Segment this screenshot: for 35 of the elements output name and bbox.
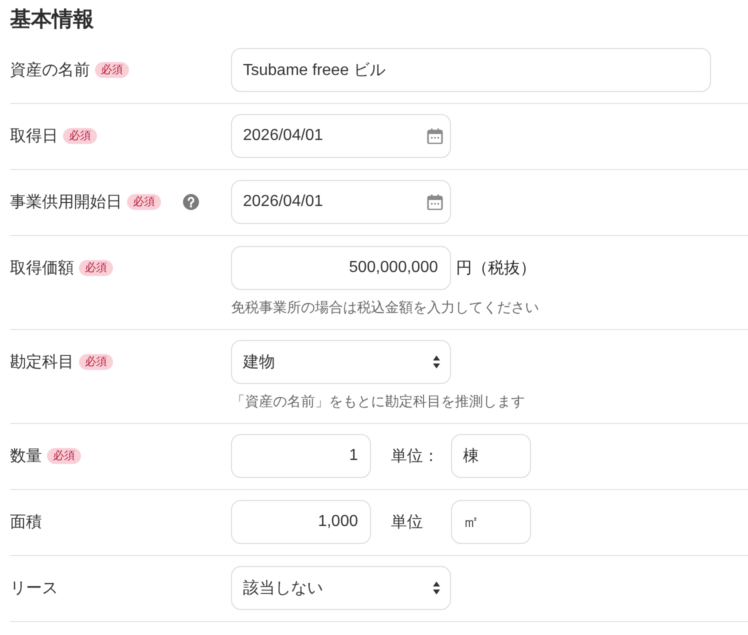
required-badge: 必須 — [47, 448, 81, 464]
field-label: 勘定科目 — [10, 352, 74, 372]
field-label: 資産の名前 — [10, 60, 90, 80]
amount-input[interactable]: 500,000,000 — [231, 246, 451, 290]
text-input[interactable]: Tsubame freee ビル — [231, 48, 711, 92]
required-badge: 必須 — [63, 128, 97, 144]
field-label: 取得価額 — [10, 258, 74, 278]
unit-label: 単位 — [391, 512, 424, 532]
required-badge: 必須 — [79, 260, 113, 276]
field-label: 面積 — [10, 512, 42, 532]
help-text: 免税事業所の場合は税込金額を入力してください — [231, 298, 539, 317]
help-icon[interactable] — [183, 194, 199, 210]
select-dropdown[interactable]: 建物 — [231, 340, 451, 384]
calendar-icon[interactable] — [427, 194, 443, 210]
date-input[interactable]: 2026/04/01 — [231, 114, 451, 158]
unit-input[interactable]: ㎡ — [451, 500, 531, 544]
number-input[interactable]: 1 — [231, 434, 371, 478]
updown-caret-icon — [433, 581, 440, 595]
currency-suffix: 円（税抜） — [456, 258, 536, 278]
unit-label: 単位： — [391, 446, 440, 466]
help-text: 「資産の名前」をもとに勘定科目を推測します — [231, 392, 525, 411]
calendar-icon[interactable] — [427, 128, 443, 144]
updown-caret-icon — [433, 355, 440, 369]
required-badge: 必須 — [95, 62, 129, 78]
field-label: リース — [10, 578, 58, 598]
required-badge: 必須 — [79, 354, 113, 370]
required-badge: 必須 — [127, 194, 161, 210]
section-title: 基本情報 — [10, 7, 94, 33]
field-label: 数量 — [10, 446, 42, 466]
field-label: 事業供用開始日 — [10, 192, 122, 212]
date-input[interactable]: 2026/04/01 — [231, 180, 451, 224]
number-input[interactable]: 1,000 — [231, 500, 371, 544]
field-label: 取得日 — [10, 126, 58, 146]
select-dropdown[interactable]: 該当しない — [231, 566, 451, 610]
unit-input[interactable]: 棟 — [451, 434, 531, 478]
